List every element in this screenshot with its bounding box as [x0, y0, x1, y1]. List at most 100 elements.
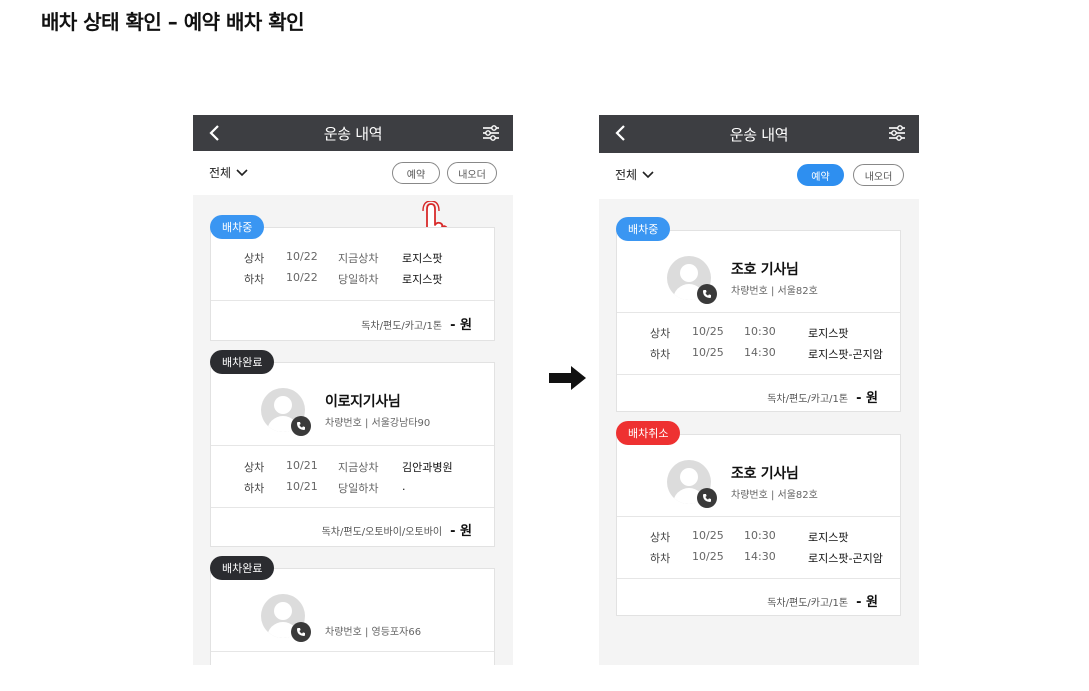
shipment-card[interactable]: 차량번호 | 영등포자66 — [210, 568, 495, 665]
chevron-down-icon — [236, 168, 248, 176]
price-value: - 원 — [450, 524, 472, 539]
app-bar-title: 운송 내역 — [323, 124, 383, 143]
pickup-row: 상차 10/25 10:30 로지스팟 — [650, 325, 848, 341]
divider — [617, 374, 900, 375]
price-value: - 원 — [856, 595, 878, 610]
status-badge: 배차중 — [210, 215, 265, 239]
row-type: 하차 — [650, 552, 671, 565]
divider — [211, 651, 494, 652]
row-place: 로지스팟 — [808, 531, 849, 544]
divider — [211, 445, 494, 446]
row-place: 로지스팟 — [402, 273, 443, 286]
divider — [617, 516, 900, 517]
row-date: 10/25 — [692, 325, 724, 338]
vehicle-plate: 차량번호 | 영등포자66 — [325, 627, 422, 638]
driver-block: 조호 기사님 차량번호 | 서울82호 — [667, 460, 818, 508]
price-value: - 원 — [856, 391, 878, 406]
shipment-card[interactable]: 조호 기사님 차량번호 | 서울82호 상차 10/25 10:30 로지스팟 … — [616, 434, 901, 616]
cargo-type: 독차/편도/카고/1톤 — [767, 598, 849, 609]
sliders-icon[interactable] — [481, 123, 501, 143]
chevron-left-icon[interactable] — [205, 123, 225, 143]
my-order-filter-pill[interactable]: 내오더 — [447, 162, 497, 184]
divider — [211, 507, 494, 508]
row-place: 로지스팟 — [808, 327, 849, 340]
status-badge: 배차완료 — [210, 350, 275, 374]
driver-name: 조호 기사님 — [731, 262, 799, 278]
reserve-filter-pill[interactable]: 예약 — [392, 162, 440, 184]
vehicle-plate: 차량번호 | 서울강남타90 — [325, 418, 431, 429]
row-place: 로지스팟 — [402, 252, 443, 265]
row-time: 지금상차 — [338, 252, 379, 265]
phone-icon[interactable] — [697, 488, 717, 508]
row-time: 당일하차 — [338, 482, 379, 495]
shipment-card[interactable]: 조호 기사님 차량번호 | 서울82호 상차 10/25 10:30 로지스팟 … — [616, 230, 901, 412]
cargo-type: 독차/편도/카고/1톤 — [767, 394, 849, 405]
phone-icon[interactable] — [291, 622, 311, 642]
chevron-down-icon — [642, 170, 654, 178]
row-type: 하차 — [244, 273, 265, 286]
driver-name: 조호 기사님 — [731, 466, 799, 482]
phone-icon[interactable] — [291, 416, 311, 436]
row-type: 하차 — [244, 482, 265, 495]
left-screen: 운송 내역 전체 예약 내오더 상차 10/22 지금상차 로지스팟 하차 10… — [193, 115, 513, 665]
cargo-type: 독차/편도/카고/1톤 — [361, 321, 443, 332]
price-line: 독차/편도/오토바이/오토바이 - 원 — [322, 520, 472, 539]
status-dropdown[interactable]: 전체 — [209, 164, 249, 181]
row-type: 상차 — [650, 531, 671, 544]
row-place: 로지스팟-곤지암 — [808, 348, 883, 361]
row-date: 10/25 — [692, 346, 724, 359]
arrow-right-icon — [549, 366, 586, 390]
price-line: 독차/편도/카고/1톤 - 원 — [767, 591, 878, 610]
status-dropdown[interactable]: 전체 — [615, 166, 655, 183]
row-type: 상차 — [650, 327, 671, 340]
divider — [211, 300, 494, 301]
row-date: 10/25 — [692, 550, 724, 563]
driver-block: 조호 기사님 차량번호 | 서울82호 — [667, 256, 818, 304]
row-place: 김안과병원 — [402, 461, 453, 474]
status-badge: 배차취소 — [616, 421, 681, 445]
driver-block: 이로지기사님 차량번호 | 서울강남타90 — [261, 388, 431, 436]
vehicle-plate: 차량번호 | 서울82호 — [731, 286, 818, 297]
pickup-row: 상차 10/21 지금상차 김안과병원 — [244, 459, 453, 475]
pickup-row: 상차 10/22 지금상차 로지스팟 — [244, 250, 442, 266]
dropdown-label: 전체 — [615, 168, 638, 182]
dropoff-row: 하차 10/25 14:30 로지스팟-곤지암 — [650, 346, 883, 362]
row-date: 10/25 — [692, 529, 724, 542]
chevron-left-icon[interactable] — [611, 123, 631, 143]
status-badge: 배차완료 — [210, 556, 275, 580]
sliders-icon[interactable] — [887, 123, 907, 143]
row-date: 10/22 — [286, 250, 318, 263]
dropoff-row: 하차 10/25 14:30 로지스팟-곤지암 — [650, 550, 883, 566]
divider — [617, 312, 900, 313]
cargo-type: 독차/편도/오토바이/오토바이 — [321, 527, 443, 538]
driver-block: 차량번호 | 영등포자66 — [261, 594, 422, 642]
vehicle-plate: 차량번호 | 서울82호 — [731, 490, 818, 501]
row-type: 하차 — [650, 348, 671, 361]
row-place: . — [402, 480, 406, 493]
dropoff-row: 하차 10/22 당일하차 로지스팟 — [244, 271, 442, 287]
row-type: 상차 — [244, 461, 265, 474]
price-line: 독차/편도/카고/1톤 - 원 — [361, 314, 472, 333]
page-title: 배차 상태 확인 – 예약 배차 확인 — [41, 10, 305, 34]
driver-name: 이로지기사님 — [325, 394, 401, 410]
shipment-card[interactable]: 상차 10/22 지금상차 로지스팟 하차 10/22 당일하차 로지스팟 독차… — [210, 227, 495, 341]
row-time: 당일하차 — [338, 273, 379, 286]
phone-icon[interactable] — [697, 284, 717, 304]
row-date: 10/21 — [286, 480, 318, 493]
row-time: 10:30 — [744, 529, 776, 542]
shipment-card[interactable]: 이로지기사님 차량번호 | 서울강남타90 상차 10/21 지금상차 김안과병… — [210, 362, 495, 547]
row-type: 상차 — [244, 252, 265, 265]
row-date: 10/22 — [286, 271, 318, 284]
my-order-filter-pill[interactable]: 내오더 — [853, 164, 904, 186]
row-date: 10/21 — [286, 459, 318, 472]
dropdown-label: 전체 — [209, 166, 232, 180]
row-time: 14:30 — [744, 550, 776, 563]
divider — [617, 578, 900, 579]
row-time: 14:30 — [744, 346, 776, 359]
row-time: 10:30 — [744, 325, 776, 338]
app-bar-title: 운송 내역 — [729, 125, 789, 144]
price-value: - 원 — [450, 318, 472, 333]
filter-bar: 전체 예약 내오더 — [599, 153, 919, 199]
reserve-filter-pill[interactable]: 예약 — [797, 164, 844, 186]
row-place: 로지스팟-곤지암 — [808, 552, 883, 565]
